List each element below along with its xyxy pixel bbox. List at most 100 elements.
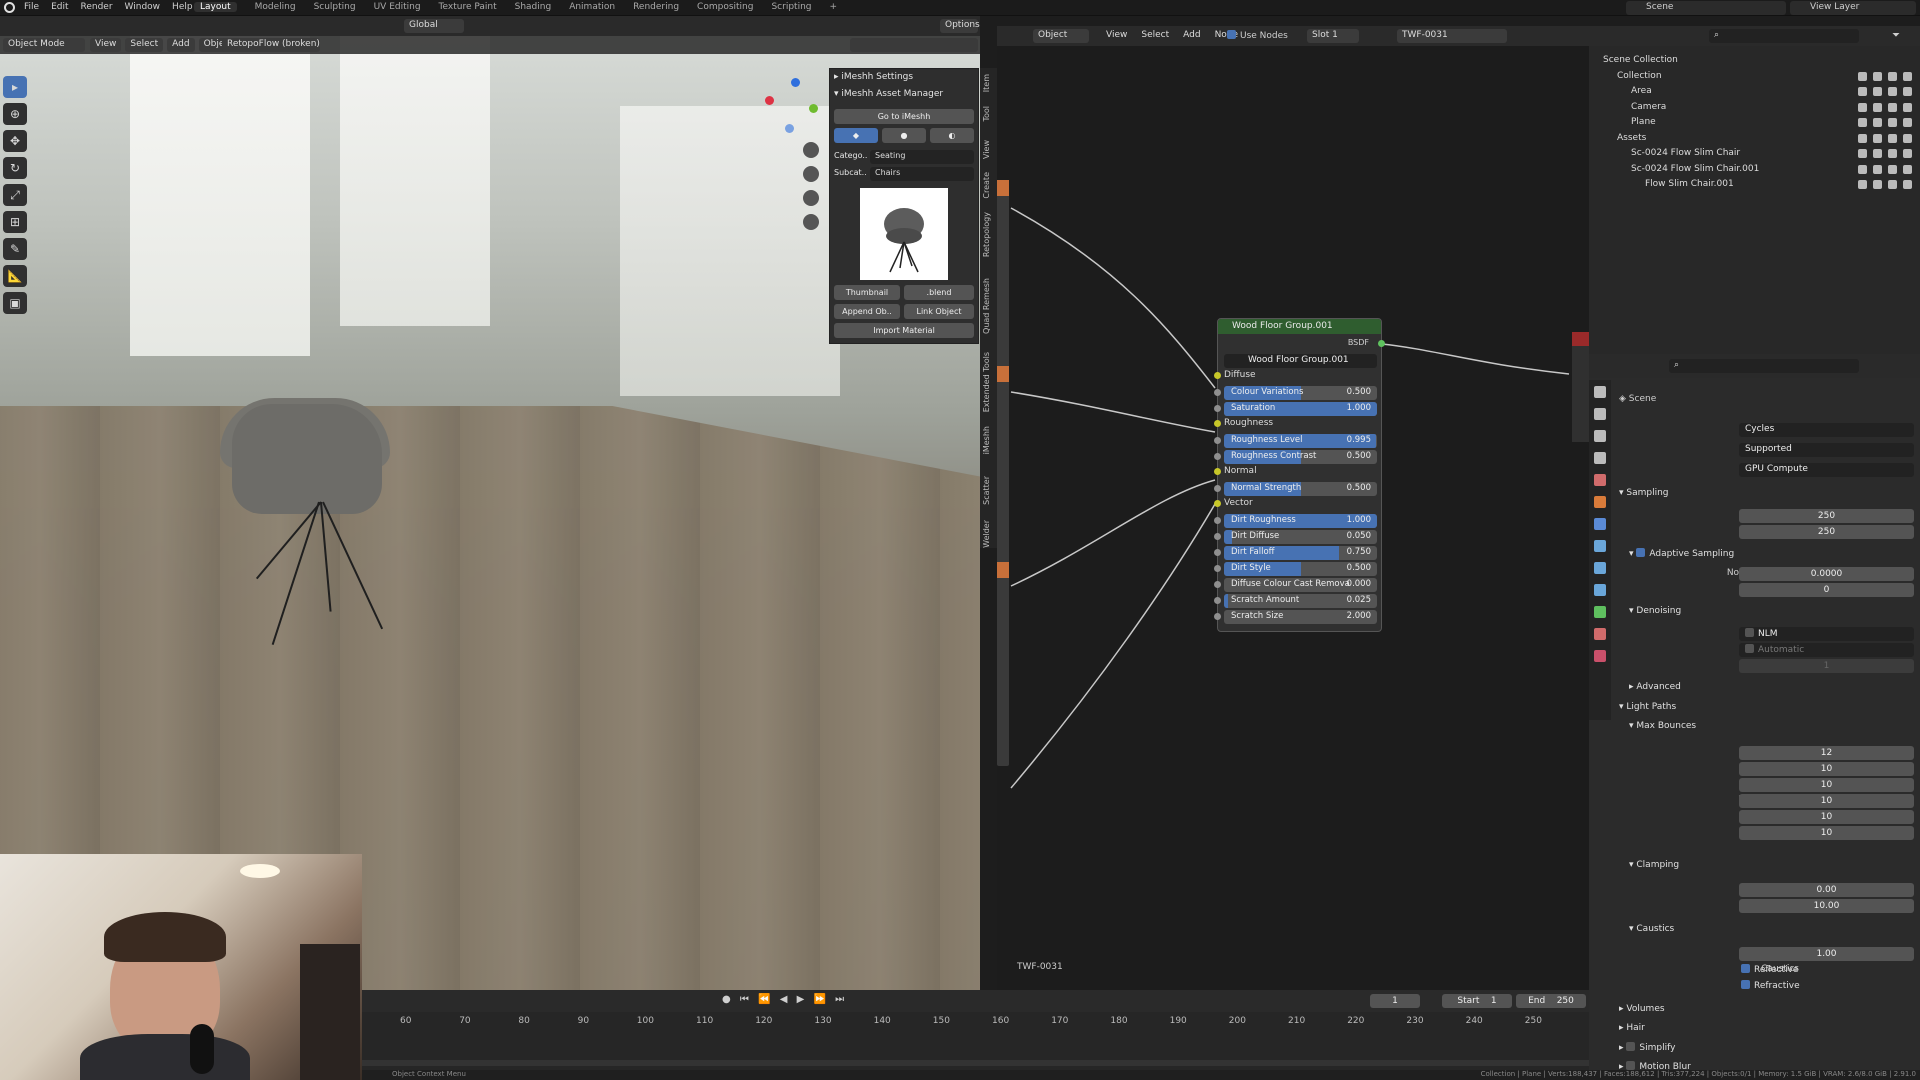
camera-render-icon[interactable] bbox=[1903, 87, 1912, 96]
view-layer-selector[interactable]: View Layer bbox=[1790, 1, 1916, 15]
visibility-icons[interactable] bbox=[1858, 164, 1912, 174]
scene-selector[interactable]: Scene bbox=[1626, 1, 1786, 15]
eye-icon[interactable] bbox=[1888, 102, 1897, 112]
simplify-panel[interactable]: ▸ Simplify bbox=[1619, 1042, 1675, 1053]
outliner-row[interactable]: Sc-0024 Flow Slim Chair.001 bbox=[1589, 163, 1920, 178]
outliner-search-input[interactable]: ⌕ bbox=[1709, 29, 1859, 43]
node-slider[interactable]: Saturation 1.000 bbox=[1224, 402, 1377, 416]
eye-icon[interactable] bbox=[1888, 71, 1897, 81]
feature-set-dropdown[interactable]: Supported bbox=[1739, 443, 1914, 457]
material-output-node[interactable] bbox=[1572, 332, 1589, 442]
tab-texture-paint[interactable]: Texture Paint bbox=[439, 2, 497, 12]
outliner-row[interactable]: Collection bbox=[1589, 70, 1920, 85]
checkbox-icon[interactable] bbox=[1858, 102, 1867, 112]
object-tab-icon[interactable] bbox=[1594, 496, 1606, 508]
sidebar-tab-imeshh[interactable]: iMeshh bbox=[982, 426, 995, 454]
data-tab-icon[interactable] bbox=[1594, 606, 1606, 618]
outliner-row[interactable]: Plane bbox=[1589, 116, 1920, 131]
render-engine-dropdown[interactable]: Cycles bbox=[1739, 423, 1914, 437]
node-group-selector[interactable]: Wood Floor Group.001 bbox=[1224, 354, 1377, 368]
import-material-button[interactable]: Import Material bbox=[834, 323, 974, 338]
node-slider[interactable]: Scratch Size 2.000 bbox=[1224, 610, 1377, 624]
camera-render-icon[interactable] bbox=[1903, 71, 1912, 81]
node-menu-view[interactable]: View bbox=[1101, 29, 1132, 43]
end-frame-field[interactable]: End 250 bbox=[1516, 994, 1586, 1008]
texture-tab-icon[interactable] bbox=[1594, 650, 1606, 662]
adaptive-sampling-checkbox[interactable]: ▾ Adaptive Sampling bbox=[1629, 548, 1734, 559]
material-output-header[interactable] bbox=[1572, 332, 1589, 346]
options-dropdown[interactable]: Options bbox=[940, 19, 980, 33]
volumes-panel[interactable]: ▸ Volumes bbox=[1619, 1004, 1665, 1014]
checkbox-icon[interactable] bbox=[1858, 164, 1867, 174]
select-box-icon[interactable]: ▸ bbox=[3, 76, 27, 98]
camera-render-icon[interactable] bbox=[1903, 133, 1912, 143]
sidebar-tab-scatter[interactable]: Scatter bbox=[982, 476, 995, 505]
device-dropdown[interactable]: GPU Compute bbox=[1739, 463, 1914, 477]
bounce-field[interactable]: 10 bbox=[1739, 794, 1914, 808]
bsdf-output-socket[interactable] bbox=[1378, 340, 1385, 347]
blend-button[interactable]: .blend bbox=[904, 285, 974, 300]
input-socket[interactable] bbox=[1214, 453, 1221, 460]
camera-render-icon[interactable] bbox=[1903, 102, 1912, 112]
bounce-field[interactable]: 12 bbox=[1739, 746, 1914, 760]
filter-icon[interactable]: ⏷ bbox=[1892, 30, 1900, 41]
camera-render-icon[interactable] bbox=[1903, 118, 1912, 127]
gizmo-y-axis-icon[interactable] bbox=[809, 104, 818, 113]
menu-window[interactable]: Window bbox=[125, 2, 161, 12]
timeline[interactable]: ● ⏮ ⏪ ◀ ▶ ⏩ ⏭ 1 Start 1 End 250 60 70 80 90… bbox=[362, 990, 1589, 1080]
reflective-checkbox[interactable]: Reflective bbox=[1741, 964, 1798, 975]
annotate-icon[interactable]: ✎ bbox=[3, 238, 27, 260]
input-socket[interactable] bbox=[1214, 613, 1221, 620]
object-type-dropdown[interactable]: Object bbox=[1033, 29, 1089, 43]
input-socket[interactable] bbox=[1214, 500, 1221, 507]
camera-render-icon[interactable] bbox=[1903, 180, 1912, 189]
visibility-icons[interactable] bbox=[1858, 87, 1912, 96]
modifier-tab-icon[interactable] bbox=[1594, 518, 1606, 530]
node-slider[interactable]: Dirt Roughness 1.000 bbox=[1224, 514, 1377, 528]
sidebar-tab-welder[interactable]: Welder bbox=[982, 520, 995, 548]
cursor-icon[interactable]: ⊕ bbox=[3, 103, 27, 125]
goto-imeshh-button[interactable]: Go to iMeshh bbox=[834, 109, 974, 124]
start-frame-field[interactable]: Start 1 bbox=[1442, 994, 1512, 1008]
visibility-icons[interactable] bbox=[1858, 180, 1912, 189]
sidebar-tab-create[interactable]: Create bbox=[982, 172, 995, 199]
sidebar-tab-extended-tools[interactable]: Extended Tools bbox=[982, 352, 995, 412]
thumbnail-button[interactable]: Thumbnail bbox=[834, 285, 900, 300]
input-nodes-edge[interactable] bbox=[997, 180, 1009, 766]
eye-icon[interactable] bbox=[1888, 87, 1897, 96]
camera-view-icon[interactable] bbox=[803, 190, 819, 206]
outliner-row[interactable]: Flow Slim Chair.001 bbox=[1589, 178, 1920, 193]
node-menu-add[interactable]: Add bbox=[1178, 29, 1205, 43]
object-mode-dropdown[interactable]: Object Mode bbox=[3, 38, 85, 52]
checkbox-icon[interactable] bbox=[1858, 87, 1867, 96]
node-slider[interactable]: Dirt Style 0.500 bbox=[1224, 562, 1377, 576]
playback-controls-icon[interactable]: ● ⏮ ⏪ ◀ ▶ ⏩ ⏭ bbox=[722, 994, 847, 1005]
select-icon[interactable] bbox=[1873, 133, 1882, 143]
model-tab-icon[interactable]: ◆ bbox=[834, 128, 878, 143]
bounce-field[interactable]: 10 bbox=[1739, 762, 1914, 776]
tab-rendering[interactable]: Rendering bbox=[633, 2, 679, 12]
gizmo-neg-z-icon[interactable] bbox=[785, 124, 794, 133]
visibility-icons[interactable] bbox=[1858, 133, 1912, 143]
node-slider[interactable]: Diffuse Colour Cast Remova 0.000 bbox=[1224, 578, 1377, 592]
sampling-panel[interactable]: ▾ Sampling bbox=[1619, 488, 1669, 498]
pan-hand-icon[interactable] bbox=[803, 166, 819, 182]
denoise-viewport-dropdown[interactable]: Automatic bbox=[1739, 643, 1914, 657]
select-icon[interactable] bbox=[1873, 149, 1882, 158]
eye-icon[interactable] bbox=[1888, 180, 1897, 189]
properties-search-input[interactable]: ⌕ bbox=[1669, 359, 1859, 373]
input-socket[interactable] bbox=[1214, 581, 1221, 588]
material-tab-icon[interactable]: ● bbox=[882, 128, 926, 143]
outliner-row[interactable]: Assets bbox=[1589, 132, 1920, 147]
move-icon[interactable]: ✥ bbox=[3, 130, 27, 152]
input-socket[interactable] bbox=[1214, 565, 1221, 572]
select-icon[interactable] bbox=[1873, 71, 1882, 81]
camera-render-icon[interactable] bbox=[1903, 149, 1912, 158]
denoise-render-dropdown[interactable]: NLM bbox=[1739, 627, 1914, 641]
input-socket[interactable] bbox=[1214, 533, 1221, 540]
slot-dropdown[interactable]: Slot 1 bbox=[1307, 29, 1359, 43]
visibility-icons[interactable] bbox=[1858, 118, 1912, 127]
input-socket[interactable] bbox=[1214, 549, 1221, 556]
chair-seat[interactable] bbox=[232, 404, 382, 514]
menu-help[interactable]: Help bbox=[172, 2, 193, 12]
